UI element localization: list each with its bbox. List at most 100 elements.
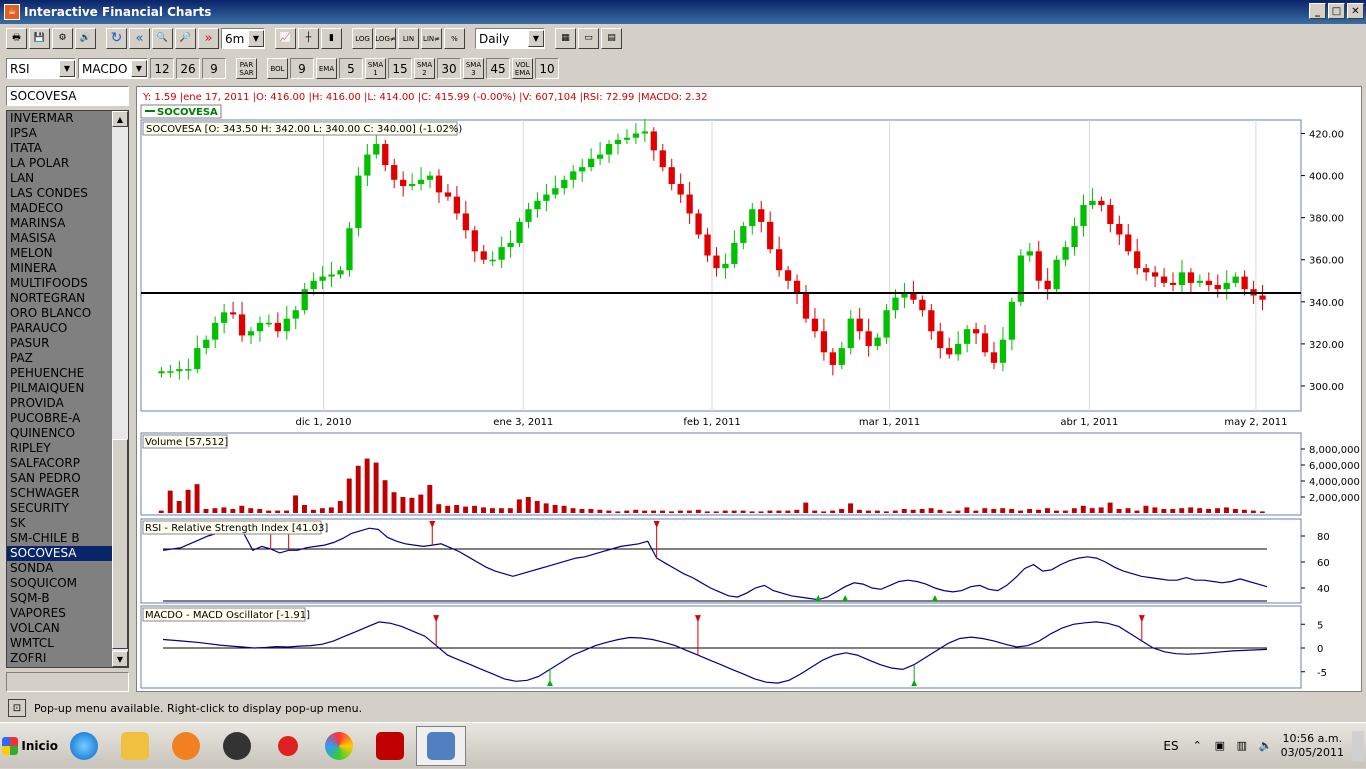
rewind-icon[interactable]: « bbox=[129, 28, 150, 49]
vol-ema-field[interactable]: 10 bbox=[535, 58, 559, 79]
macd-panel[interactable] bbox=[140, 605, 1302, 689]
scroll-thumb[interactable] bbox=[112, 439, 128, 649]
sidebar-bottom-field[interactable] bbox=[6, 672, 129, 692]
symbol-list-item[interactable]: PEHUENCHE bbox=[7, 366, 113, 381]
close-button[interactable]: ✕ bbox=[1347, 3, 1364, 19]
refresh-icon[interactable]: ↻ bbox=[106, 28, 127, 49]
symbol-list-item[interactable]: MASISA bbox=[7, 231, 113, 246]
taskbar-media-icon[interactable] bbox=[161, 726, 211, 766]
log-scale-button[interactable]: LOG bbox=[352, 28, 373, 49]
symbol-list-item[interactable]: PUCOBRE-A bbox=[7, 411, 113, 426]
lin-scale-button[interactable]: LIN bbox=[398, 28, 419, 49]
interval-select[interactable]: Daily ▼ bbox=[475, 28, 545, 49]
taskbar-java-icon[interactable] bbox=[416, 725, 466, 766]
sma2-button[interactable]: SMA 2 bbox=[414, 58, 435, 79]
clock[interactable]: 10:56 a.m. 03/05/2011 bbox=[1281, 732, 1344, 760]
bol-field[interactable]: 9 bbox=[290, 58, 314, 79]
taskbar-pdf-icon[interactable] bbox=[365, 726, 415, 766]
symbol-list-item[interactable]: ITATA bbox=[7, 141, 113, 156]
maximize-button[interactable]: □ bbox=[1328, 3, 1345, 19]
tray-volume-icon[interactable]: 🔈 bbox=[1259, 739, 1273, 753]
symbol-list-item[interactable]: RIPLEY bbox=[7, 441, 113, 456]
chart-svg[interactable]: Y: 1.59 |ene 17, 2011 |O: 416.00 |H: 416… bbox=[137, 87, 1361, 691]
sma1-field[interactable]: 15 bbox=[388, 58, 412, 79]
symbol-list-item[interactable]: ZOFRI bbox=[7, 651, 113, 666]
period-select[interactable]: 6m ▼ bbox=[221, 28, 265, 49]
symbol-list-item[interactable]: LAN bbox=[7, 171, 113, 186]
sma1-button[interactable]: SMA 1 bbox=[365, 58, 386, 79]
zoom-in-icon[interactable]: 🔍 bbox=[152, 28, 173, 49]
popup-icon[interactable]: ⊡ bbox=[8, 699, 26, 717]
symbol-list-item[interactable]: SOCOVESA bbox=[7, 546, 113, 561]
symbol-list-item[interactable]: SM-CHILE B bbox=[7, 531, 113, 546]
symbol-list-item[interactable]: MARINSA bbox=[7, 216, 113, 231]
symbol-list-item[interactable]: WMTCL bbox=[7, 636, 113, 651]
symbol-list-item[interactable]: PASUR bbox=[7, 336, 113, 351]
vol-ema-button[interactable]: VOL EMA bbox=[512, 58, 533, 79]
start-button[interactable]: Inicio bbox=[2, 727, 58, 765]
lin-neq-scale-button[interactable]: LIN≠ bbox=[421, 28, 442, 49]
symbol-list-item[interactable]: SQM-B bbox=[7, 591, 113, 606]
macd-signal-field[interactable]: 9 bbox=[202, 58, 226, 79]
taskbar-paint-icon[interactable] bbox=[314, 726, 364, 766]
taskbar-folder-icon[interactable] bbox=[110, 726, 160, 766]
symbol-list-item[interactable]: SALFACORP bbox=[7, 456, 113, 471]
macd-fast-field[interactable]: 12 bbox=[150, 58, 174, 79]
symbol-list-item[interactable]: LAS CONDES bbox=[7, 186, 113, 201]
forward-icon[interactable]: » bbox=[198, 28, 219, 49]
show-desktop-icon[interactable] bbox=[1352, 731, 1364, 761]
tray-expand-icon[interactable]: ⌃ bbox=[1193, 739, 1207, 753]
symbol-list-item[interactable]: QUINENCO bbox=[7, 426, 113, 441]
chart-area[interactable]: Y: 1.59 |ene 17, 2011 |O: 416.00 |H: 416… bbox=[136, 86, 1362, 692]
symbol-field[interactable]: SOCOVESA bbox=[6, 86, 129, 106]
print-icon[interactable]: 🖶 bbox=[6, 28, 27, 49]
sma3-button[interactable]: SMA 3 bbox=[463, 58, 484, 79]
taskbar-pin-icon[interactable] bbox=[263, 726, 313, 766]
symbol-list-item[interactable]: PROVIDA bbox=[7, 396, 113, 411]
sound-icon[interactable]: 🔊 bbox=[75, 28, 96, 49]
tray-network-icon[interactable]: ▥ bbox=[1237, 739, 1251, 753]
language-indicator[interactable]: ES bbox=[1163, 739, 1178, 753]
symbol-list-item[interactable]: IPSA bbox=[7, 126, 113, 141]
sma2-field[interactable]: 30 bbox=[437, 58, 461, 79]
log-neq-scale-button[interactable]: LOG≠ bbox=[375, 28, 396, 49]
symbol-list-item[interactable]: LA POLAR bbox=[7, 156, 113, 171]
scroll-up-icon[interactable]: ▲ bbox=[112, 111, 128, 127]
ema-button[interactable]: EMA bbox=[316, 58, 337, 79]
parsar-button[interactable]: PAR SAR bbox=[236, 58, 257, 79]
symbol-list-item[interactable]: MELON bbox=[7, 246, 113, 261]
symbol-list-item[interactable]: ORO BLANCO bbox=[7, 306, 113, 321]
macd-slow-field[interactable]: 26 bbox=[176, 58, 200, 79]
symbol-list-item[interactable]: MINERA bbox=[7, 261, 113, 276]
symbol-list-item[interactable]: NORTEGRAN bbox=[7, 291, 113, 306]
candlestick-icon[interactable]: ▮ bbox=[321, 28, 342, 49]
symbol-list-item[interactable]: PAZ bbox=[7, 351, 113, 366]
tray-device-icon[interactable]: ▣ bbox=[1215, 739, 1229, 753]
line-chart-icon[interactable]: 📈 bbox=[275, 28, 296, 49]
symbol-list-item[interactable]: SAN PEDRO bbox=[7, 471, 113, 486]
symbol-list-scrollbar[interactable]: ▲ ▼ bbox=[112, 111, 128, 667]
indicator1-select[interactable]: RSI ▼ bbox=[6, 58, 76, 79]
symbol-list-item[interactable]: SK bbox=[7, 516, 113, 531]
color-scheme-icon[interactable]: ▦ bbox=[555, 28, 576, 49]
symbol-list-item[interactable]: PILMAIQUEN bbox=[7, 381, 113, 396]
zoom-out-icon[interactable]: 🔎 bbox=[175, 28, 196, 49]
symbol-list-item[interactable]: VOLCAN bbox=[7, 621, 113, 636]
settings-icon[interactable]: ⚙ bbox=[52, 28, 73, 49]
percent-scale-button[interactable]: % bbox=[444, 28, 465, 49]
taskbar-ie-icon[interactable] bbox=[59, 726, 109, 766]
save-icon[interactable]: 💾 bbox=[29, 28, 50, 49]
symbol-list-item[interactable]: INVERMAR bbox=[7, 111, 113, 126]
scroll-down-icon[interactable]: ▼ bbox=[112, 651, 128, 667]
chart-window-icon[interactable]: ▭ bbox=[578, 28, 599, 49]
symbol-list-item[interactable]: SCHWAGER bbox=[7, 486, 113, 501]
export-chart-icon[interactable]: ▤ bbox=[601, 28, 622, 49]
symbol-list-item[interactable]: SOQUICOM bbox=[7, 576, 113, 591]
symbol-list-item[interactable]: MADECO bbox=[7, 201, 113, 216]
symbol-list-item[interactable]: MULTIFOODS bbox=[7, 276, 113, 291]
symbol-list-item[interactable]: SECURITY bbox=[7, 501, 113, 516]
minimize-button[interactable]: _ bbox=[1309, 3, 1326, 19]
ema-field[interactable]: 5 bbox=[339, 58, 363, 79]
price-panel[interactable] bbox=[140, 119, 1302, 412]
indicator2-select[interactable]: MACDO ▼ bbox=[78, 58, 148, 79]
